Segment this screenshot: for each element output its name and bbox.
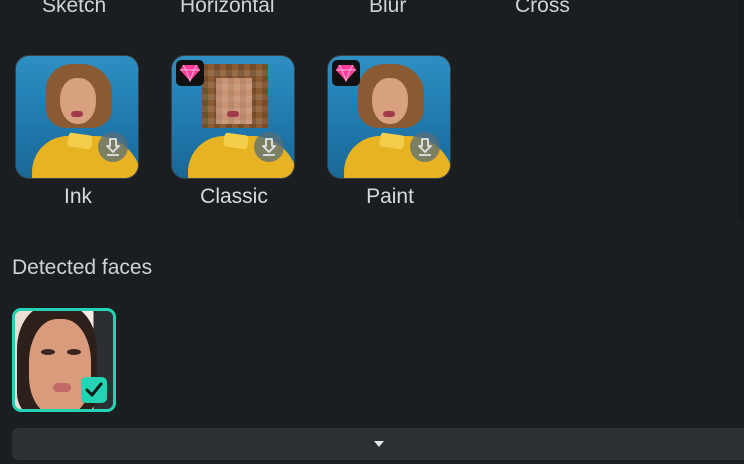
effects-top-row: Sketch Horizontal Blur Cross: [0, 0, 744, 24]
effect-thumbnail[interactable]: [15, 55, 139, 179]
effect-paint[interactable]: Paint: [327, 55, 453, 209]
caret-down-icon[interactable]: [365, 428, 393, 460]
effect-ink[interactable]: Ink: [15, 55, 141, 209]
premium-gem-icon: [332, 60, 360, 86]
effect-thumbnail[interactable]: [171, 55, 295, 179]
effect-label-classic: Classic: [200, 185, 268, 208]
effect-label-sketch: Sketch: [42, 0, 107, 17]
effect-thumbnail[interactable]: [327, 55, 451, 179]
effect-label-cross: Cross: [515, 0, 570, 17]
download-icon[interactable]: [254, 132, 284, 162]
effect-label-ink: Ink: [63, 185, 92, 208]
expand-panel-bar[interactable]: [12, 428, 744, 460]
download-icon[interactable]: [98, 132, 128, 162]
effect-label-paint: Paint: [366, 185, 414, 208]
effect-classic[interactable]: Classic: [171, 55, 297, 209]
checkmark-icon[interactable]: [81, 377, 107, 403]
detected-face-thumbnail[interactable]: [12, 308, 116, 412]
scrollbar-track[interactable]: [738, 0, 744, 220]
effect-label-blur: Blur: [369, 0, 407, 17]
effect-label-horizontal: Horizontal: [180, 0, 275, 17]
detected-faces-title: Detected faces: [12, 256, 153, 279]
premium-gem-icon: [176, 60, 204, 86]
download-icon[interactable]: [410, 132, 440, 162]
